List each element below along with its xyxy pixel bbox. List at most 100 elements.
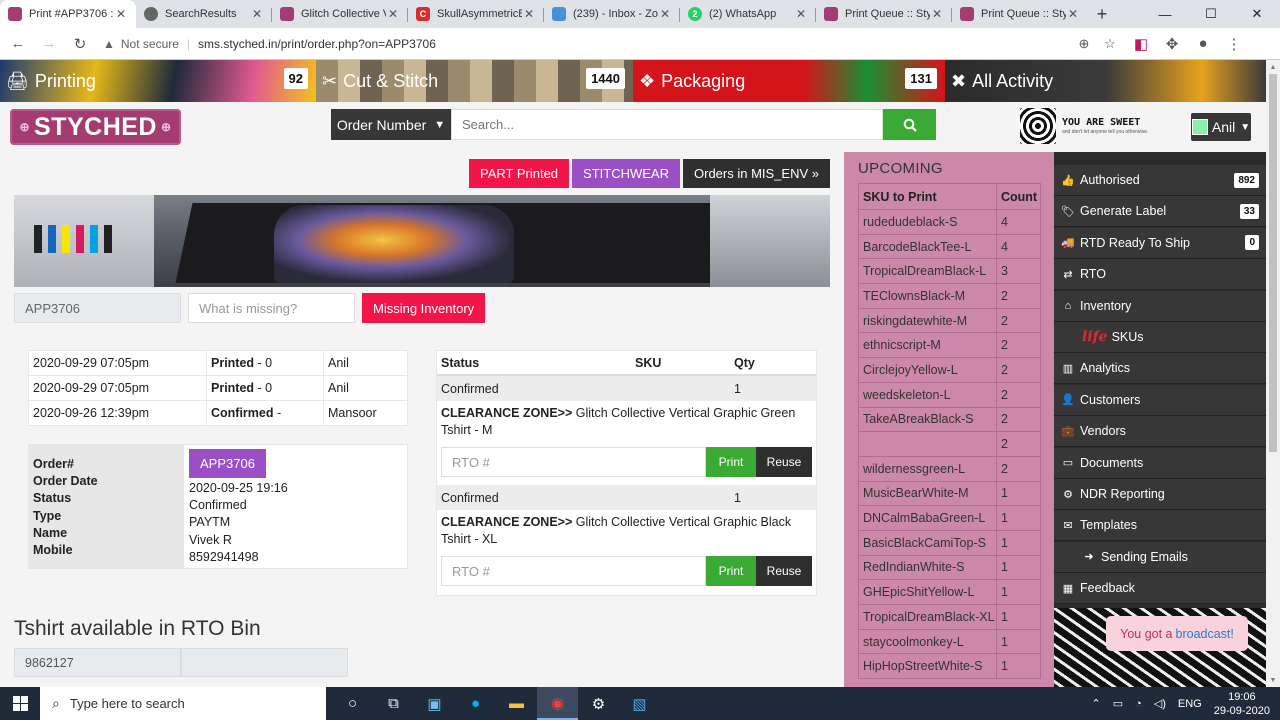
app-window-icon[interactable]: ▣ bbox=[414, 687, 455, 720]
maximize-icon[interactable]: ☐ bbox=[1188, 0, 1234, 28]
sidebar-item-sending-emails[interactable]: ➜ Sending Emails bbox=[1054, 541, 1266, 573]
network-icon[interactable]: ◔ bbox=[1135, 698, 1142, 710]
broadcast-toast[interactable]: You got a broadcast! bbox=[1106, 616, 1248, 651]
bookmark-star-icon[interactable]: ☆ bbox=[1097, 31, 1123, 57]
category-printing[interactable]: 🖨 Printing 92 bbox=[0, 60, 316, 102]
category-all-activity[interactable]: ✖ All Activity bbox=[945, 60, 1266, 102]
sku-cell[interactable]: GHEpicShitYellow-L bbox=[858, 579, 997, 605]
sku-cell[interactable]: RedIndianWhite-S bbox=[858, 554, 997, 581]
file-explorer-icon[interactable]: ▬ bbox=[496, 687, 537, 720]
rto-input[interactable]: RTO # bbox=[441, 556, 706, 586]
category-cut-stitch[interactable]: ✂ Cut & Stitch 1440 bbox=[316, 60, 633, 102]
sidebar-item-rto[interactable]: ⇄ RTO bbox=[1054, 259, 1266, 291]
sidebar-item-vendors[interactable]: 💼 Vendors bbox=[1054, 416, 1266, 448]
url-field[interactable]: ▲ Not secure | sms.styched.in/print/orde… bbox=[103, 31, 1123, 57]
scroll-thumb[interactable] bbox=[1269, 74, 1277, 452]
broadcast-link[interactable]: broadcast! bbox=[1176, 627, 1234, 641]
close-icon[interactable]: ✕ bbox=[250, 7, 264, 21]
close-icon[interactable]: ✕ bbox=[930, 7, 944, 21]
part-printed-button[interactable]: PART Printed bbox=[469, 159, 570, 188]
tab-search-results[interactable]: SearchResults ✕ bbox=[136, 0, 272, 28]
zoom-icon[interactable]: ⊕ bbox=[1071, 31, 1097, 57]
sku-cell[interactable]: riskingdatewhite-M bbox=[858, 307, 997, 334]
print-button[interactable]: Print bbox=[706, 447, 756, 477]
extension-icon[interactable]: ◧ bbox=[1128, 31, 1154, 57]
rto-bin-code[interactable]: 9862127 bbox=[14, 648, 181, 677]
settings-icon[interactable]: ⚙ bbox=[578, 687, 619, 720]
sku-cell[interactable]: TakeABreakBlack-S bbox=[858, 406, 997, 433]
tab-print-queue-1[interactable]: Print Queue :: Styc ✕ bbox=[816, 0, 952, 28]
sku-cell[interactable]: rudedudeblack-S bbox=[858, 209, 997, 235]
user-menu-button[interactable]: Anil ▼ bbox=[1191, 113, 1251, 141]
sku-cell[interactable]: HipHopStreetWhite-S bbox=[858, 653, 997, 680]
sidebar-item-inventory[interactable]: ⌂ Inventory bbox=[1054, 290, 1266, 322]
scroll-up-icon[interactable]: ▲ bbox=[1266, 60, 1280, 74]
sidebar-item-analytics[interactable]: ▥ Analytics bbox=[1054, 353, 1266, 385]
sidebar-item-authorised[interactable]: 👍 Authorised 892 bbox=[1054, 165, 1266, 196]
sidebar-item-feedback[interactable]: ▦ Feedback bbox=[1054, 573, 1266, 605]
close-icon[interactable]: ✕ bbox=[794, 7, 808, 21]
tab-print-order[interactable]: Print #APP3706 :: St ✕ bbox=[0, 0, 136, 28]
sidebar-item-customers[interactable]: 👤 Customers bbox=[1054, 384, 1266, 416]
battery-icon[interactable]: ▭ bbox=[1113, 697, 1123, 710]
task-view-icon[interactable]: ⧉ bbox=[373, 687, 414, 720]
page-scrollbar[interactable]: ▲ ▼ bbox=[1266, 60, 1280, 687]
sku-cell[interactable]: MusicBearWhite-M bbox=[858, 480, 997, 507]
tab-glitch-collective[interactable]: Glitch Collective Ve ✕ bbox=[272, 0, 408, 28]
sku-cell[interactable]: ethnicscript-M bbox=[858, 332, 997, 359]
tab-skull-asymmetric[interactable]: C SkullAsymmetricBl ✕ bbox=[408, 0, 544, 28]
sku-cell[interactable]: BasicBlackCamiTop-S bbox=[858, 529, 997, 556]
styched-logo[interactable]: ⊕ STYCHED ⊕ bbox=[10, 109, 181, 145]
close-icon[interactable]: ✕ bbox=[658, 7, 672, 21]
profile-icon[interactable]: ● bbox=[1190, 31, 1216, 57]
minimize-icon[interactable]: — bbox=[1142, 0, 1188, 28]
sku-cell[interactable]: BarcodeBlackTee-L bbox=[858, 233, 997, 260]
close-window-icon[interactable]: ✕ bbox=[1234, 0, 1280, 28]
print-button[interactable]: Print bbox=[706, 556, 756, 586]
close-icon[interactable]: ✕ bbox=[386, 7, 400, 21]
start-button[interactable] bbox=[0, 687, 40, 720]
close-icon[interactable]: ✕ bbox=[1066, 7, 1080, 21]
sku-cell[interactable]: DNCalmBabaGreen-L bbox=[858, 505, 997, 531]
sku-cell[interactable]: staycoolmonkey-L bbox=[858, 628, 997, 655]
sku-cell[interactable]: wildernessgreen-L bbox=[858, 455, 997, 482]
sku-cell[interactable]: weedskeleton-L bbox=[858, 381, 997, 408]
volume-icon[interactable]: ◁) bbox=[1154, 697, 1166, 710]
menu-kebab-icon[interactable]: ⋮ bbox=[1221, 31, 1247, 57]
tray-chevron-icon[interactable]: ⌃ bbox=[1091, 697, 1100, 710]
sku-cell[interactable]: TEClownsBlack-M bbox=[858, 283, 997, 309]
taskbar-clock[interactable]: 19:06 29-09-2020 bbox=[1214, 690, 1270, 718]
reload-icon[interactable]: ↻ bbox=[67, 31, 93, 57]
search-type-select[interactable]: Order Number ▼ bbox=[331, 109, 451, 140]
orders-in-mis-button[interactable]: Orders in MIS_ENV » bbox=[683, 159, 830, 188]
missing-inventory-button[interactable]: Missing Inventory bbox=[362, 293, 486, 323]
sidebar-item-skus[interactable]: life SKUs bbox=[1054, 322, 1266, 353]
back-icon[interactable]: ← bbox=[5, 31, 31, 57]
photos-icon[interactable]: ▧ bbox=[619, 687, 660, 720]
taskbar-search[interactable]: ⌕ Type here to search bbox=[40, 687, 326, 720]
sku-cell[interactable]: TropicalDreamBlack-XL bbox=[858, 604, 997, 630]
tab-print-queue-2[interactable]: Print Queue :: Styc ✕ bbox=[952, 0, 1088, 28]
missing-item-input[interactable]: What is missing? bbox=[188, 293, 355, 323]
forward-icon[interactable]: → bbox=[36, 31, 62, 57]
scroll-down-icon[interactable]: ▼ bbox=[1266, 673, 1280, 687]
new-tab-button[interactable]: + bbox=[1088, 0, 1116, 28]
close-icon[interactable]: ✕ bbox=[114, 7, 128, 21]
reuse-button[interactable]: Reuse bbox=[756, 556, 812, 586]
language-indicator[interactable]: ENG bbox=[1178, 698, 1202, 710]
reuse-button[interactable]: Reuse bbox=[756, 447, 812, 477]
sidebar-item-documents[interactable]: ▭ Documents bbox=[1054, 447, 1266, 479]
cortana-icon[interactable]: ○ bbox=[332, 687, 373, 720]
order-number-button[interactable]: APP3706 bbox=[189, 449, 266, 478]
search-button[interactable] bbox=[883, 109, 936, 140]
order-id-field[interactable]: APP3706 bbox=[14, 293, 181, 323]
search-input[interactable] bbox=[451, 109, 883, 140]
sidebar-item-ndr-reporting[interactable]: ⚙ NDR Reporting bbox=[1054, 479, 1266, 510]
close-icon[interactable]: ✕ bbox=[522, 7, 536, 21]
rto-input[interactable]: RTO # bbox=[441, 447, 706, 477]
sku-cell[interactable] bbox=[858, 431, 997, 457]
category-packaging[interactable]: ❖ Packaging 131 bbox=[633, 60, 945, 102]
tab-whatsapp[interactable]: 2 (2) WhatsApp ✕ bbox=[680, 0, 816, 28]
sidebar-item-generate-label[interactable]: 🏷 Generate Label 33 bbox=[1054, 196, 1266, 228]
sku-cell[interactable]: TropicalDreamBlack-L bbox=[858, 258, 997, 285]
